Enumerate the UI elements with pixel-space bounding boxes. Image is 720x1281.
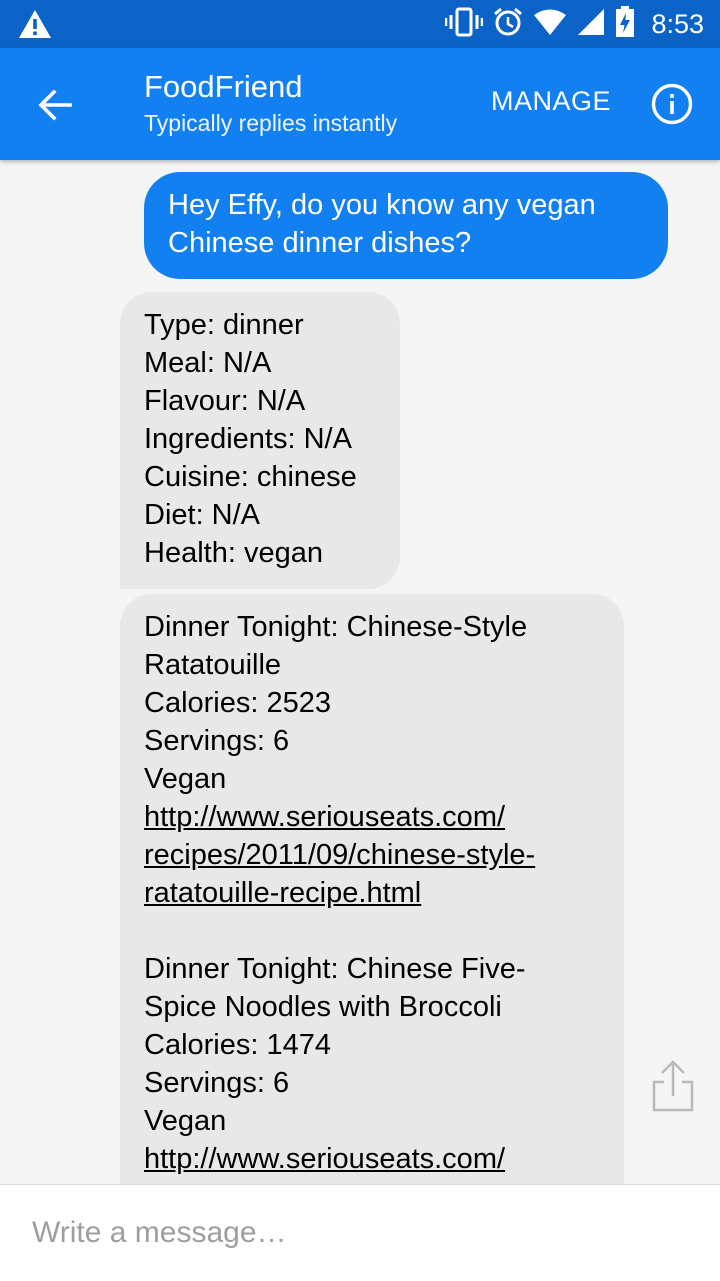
recipe-link[interactable]: http://www.seriouseats.com/ [144,798,600,836]
recipe-title: Ratatouille [144,649,282,681]
recipe-link[interactable]: ratatouille-recipe.html [144,874,600,912]
recipe-diet: Vegan [144,1105,227,1137]
outgoing-message-text: Hey Effy, do you know any vegan Chinese … [168,189,596,259]
recipe-title: Dinner Tonight: Chinese Five- [144,953,526,985]
filter-line: Cuisine: chinese [144,461,357,493]
recipe-calories: Calories: 1474 [144,1029,331,1061]
recipe-title: Dinner Tonight: Chinese-Style [144,611,528,643]
outgoing-message[interactable]: Hey Effy, do you know any vegan Chinese … [144,172,668,279]
share-button[interactable] [648,1058,698,1114]
recipe-link[interactable]: http://www.seriouseats.com/ [144,1140,600,1178]
status-icons: 8:53 [445,0,704,48]
filter-line: Meal: N/A [144,347,272,379]
filter-line: Health: vegan [144,537,323,569]
recipe-link[interactable]: recipes/2011/09/chinese-style- [144,836,600,874]
message-input[interactable] [32,1209,682,1257]
share-icon [652,1060,694,1112]
recipe-separator [144,912,600,950]
recipe-calories: Calories: 2523 [144,687,331,719]
incoming-message-filters[interactable]: Type: dinner Meal: N/A Flavour: N/A Ingr… [120,292,400,589]
manage-button[interactable]: MANAGE [491,86,611,117]
incoming-message-recipes[interactable]: Dinner Tonight: Chinese-Style Ratatouill… [120,594,624,1184]
message-composer [0,1184,720,1281]
vibrate-icon [445,7,484,42]
recipe-servings: Servings: 6 [144,725,290,757]
status-time: 8:53 [651,8,704,39]
filter-line: Ingredients: N/A [144,423,352,455]
info-button[interactable] [650,82,694,126]
back-button[interactable] [30,80,80,130]
header-subtitle: Typically replies instantly [144,110,398,136]
filter-line: Type: dinner [144,309,304,341]
warning-icon [18,9,52,44]
info-icon [651,83,693,125]
message-list[interactable]: Hey Effy, do you know any vegan Chinese … [0,160,720,1184]
battery-charging-icon [615,5,635,43]
recipe-diet: Vegan [144,763,227,795]
conversation-header[interactable]: FoodFriend Typically replies instantly [144,68,397,140]
arrow-back-icon [38,89,72,121]
filter-line: Flavour: N/A [144,385,306,417]
app-bar: FoodFriend Typically replies instantly M… [0,48,720,160]
filter-line: Diet: N/A [144,499,261,531]
recipe-servings: Servings: 6 [144,1067,290,1099]
alarm-icon [493,7,523,42]
signal-icon [577,8,605,41]
recipe-title: Spice Noodles with Broccoli [144,991,502,1023]
page-title: FoodFriend [144,69,303,104]
status-bar: 8:53 [0,0,720,48]
wifi-icon [533,8,567,41]
